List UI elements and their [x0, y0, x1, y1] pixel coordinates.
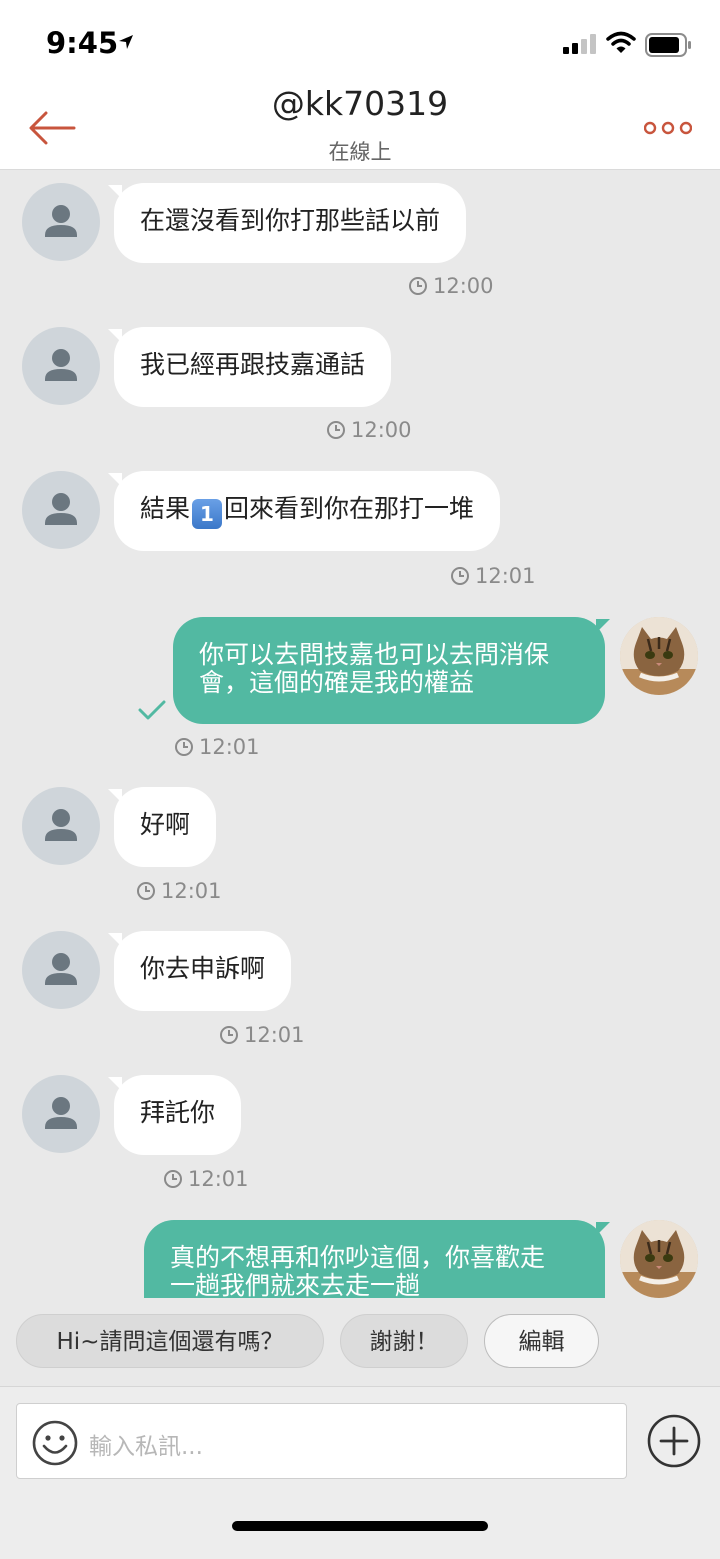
cellular-signal-icon — [563, 34, 596, 54]
time-label: 12:00 — [351, 418, 412, 442]
incoming-message[interactable]: 在還沒看到你打那些話以前 — [114, 183, 467, 263]
outgoing-message[interactable]: 真的不想再和你吵這個，你喜歡走 一趟我們就來去走一趟 — [144, 1220, 605, 1298]
time-label: 12:01 — [475, 564, 536, 588]
message-time: 12:01 — [450, 564, 536, 588]
message-line: 你可以去問技嘉也可以去問消保 — [199, 640, 550, 669]
home-indicator — [232, 1521, 488, 1531]
message-time: 12:01 — [136, 879, 222, 903]
contact-avatar[interactable] — [22, 183, 100, 261]
my-avatar-cat[interactable] — [620, 1220, 698, 1298]
person-icon — [45, 493, 77, 525]
message-line: 會，這個的確是我的權益 — [199, 668, 475, 697]
keycap-one-emoji: 1 — [192, 499, 223, 529]
contact-avatar[interactable] — [22, 1075, 100, 1153]
online-status: 在線上 — [328, 140, 392, 164]
message-line: 一趟我們就來去走一趟 — [170, 1271, 421, 1299]
message-time: 12:01 — [174, 735, 260, 759]
message-input-placeholder: 輸入私訊... — [89, 1434, 203, 1460]
message-list[interactable]: 在還沒看到你打那些話以前 12:00 我已經再跟技嘉通話 12:00 結果 1 回來… — [0, 171, 720, 1298]
bubble-tail — [596, 1222, 610, 1236]
location-arrow-icon — [119, 35, 133, 49]
message-input[interactable]: 輸入私訊... — [16, 1403, 627, 1479]
read-check-icon — [138, 700, 166, 720]
add-attachment-icon[interactable] — [647, 1414, 701, 1468]
person-icon — [45, 349, 77, 381]
time-label: 12:01 — [244, 1023, 305, 1047]
clock-icon — [164, 1170, 182, 1188]
outgoing-message[interactable]: 你可以去問技嘉也可以去問消保 會，這個的確是我的權益 — [173, 617, 605, 724]
contact-avatar[interactable] — [22, 787, 100, 865]
person-icon — [45, 1097, 77, 1129]
incoming-message[interactable]: 你去申訴啊 — [114, 931, 292, 1011]
clock-icon — [220, 1026, 238, 1044]
message-line: 真的不想再和你吵這個，你喜歡走 — [170, 1243, 546, 1272]
message-time: 12:01 — [163, 1167, 249, 1191]
contact-avatar[interactable] — [22, 327, 100, 405]
time-label: 12:01 — [188, 1167, 249, 1191]
cat-photo-icon — [620, 617, 698, 695]
contact-avatar[interactable] — [22, 931, 100, 1009]
message-composer: 輸入私訊... — [0, 1386, 720, 1559]
emoji-icon[interactable] — [31, 1419, 79, 1467]
bubble-tail — [596, 619, 610, 633]
message-time: 12:00 — [326, 418, 412, 442]
quick-replies: Hi~請問這個還有嗎？ 謝謝！ 編輯 — [0, 1298, 720, 1386]
clock-icon — [175, 738, 193, 756]
clock-icon — [409, 277, 427, 295]
wifi-icon — [606, 31, 636, 53]
time-label: 12:01 — [161, 879, 222, 903]
quick-reply-thanks[interactable]: 謝謝！ — [340, 1314, 468, 1368]
incoming-message[interactable]: 好啊 — [114, 787, 217, 867]
person-icon — [45, 205, 77, 237]
person-icon — [45, 809, 77, 841]
quick-reply-ask-available[interactable]: Hi~請問這個還有嗎？ — [16, 1314, 324, 1368]
time-label: 12:00 — [433, 274, 494, 298]
incoming-message[interactable]: 結果 1 回來看到你在那打一堆 — [114, 471, 501, 551]
status-time: 9:45 — [46, 26, 119, 60]
clock-icon — [451, 567, 469, 585]
top-bar: 9:45 @kk70319 在線上 — [0, 0, 720, 170]
clock-icon — [137, 882, 155, 900]
time-label: 12:01 — [199, 735, 260, 759]
my-avatar-cat[interactable] — [620, 617, 698, 695]
incoming-message[interactable]: 我已經再跟技嘉通話 — [114, 327, 392, 407]
person-icon — [45, 953, 77, 985]
edit-quick-replies-button[interactable]: 編輯 — [484, 1314, 599, 1368]
more-options-icon[interactable] — [644, 121, 692, 135]
message-text: 結果 — [140, 494, 191, 523]
contact-avatar[interactable] — [22, 471, 100, 549]
incoming-message[interactable]: 拜託你 — [114, 1075, 242, 1155]
message-text: 回來看到你在那打一堆 — [224, 494, 475, 523]
clock-icon — [327, 421, 345, 439]
message-time: 12:01 — [219, 1023, 305, 1047]
battery-icon — [645, 33, 691, 57]
chat-title: @kk70319 — [271, 84, 449, 123]
cat-photo-icon — [620, 1220, 698, 1298]
message-time: 12:00 — [408, 274, 494, 298]
